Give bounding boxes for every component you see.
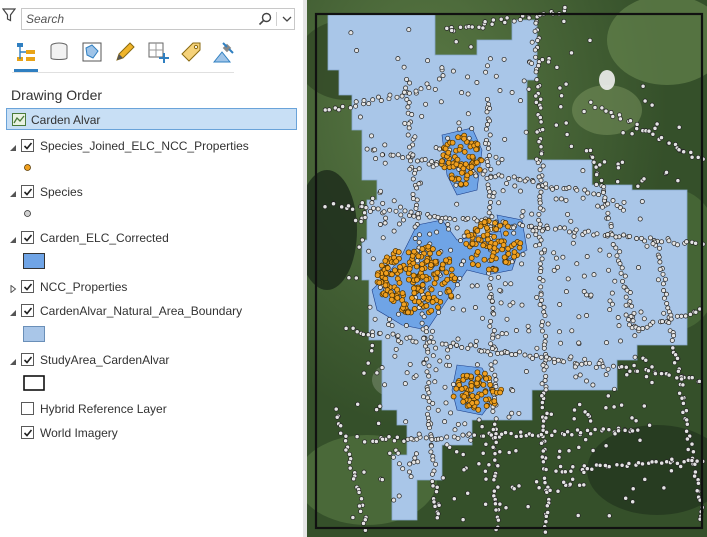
layer-visibility-checkbox[interactable] — [21, 353, 34, 366]
map-canvas[interactable] — [307, 0, 707, 537]
list-by-perspective-imagery-button[interactable] — [210, 38, 238, 66]
layer-visibility-checkbox[interactable] — [21, 139, 34, 152]
layer-visibility-checkbox[interactable] — [21, 280, 34, 293]
layer-row-species-joined[interactable]: Species_Joined_ELC_NCC_Properties — [0, 136, 300, 156]
lightblue-fill-symbol — [23, 326, 45, 342]
layer-visibility-checkbox[interactable] — [21, 185, 34, 198]
layer-label: Hybrid Reference Layer — [40, 402, 167, 416]
chevron-down-icon[interactable] — [281, 13, 293, 28]
drawing-order-icon — [17, 43, 35, 61]
layer-row-world-imagery[interactable]: World Imagery — [0, 423, 300, 443]
map-view[interactable] — [307, 0, 707, 537]
satellite-icon — [212, 42, 234, 63]
list-by-selection-button[interactable] — [78, 38, 106, 66]
list-by-labeling-button[interactable] — [177, 38, 205, 66]
list-by-snapping-button[interactable] — [144, 38, 172, 66]
map-icon — [12, 113, 26, 129]
contents-pane: Drawing Order Carden Alvar Species_Joine… — [0, 0, 303, 537]
layer-row-carden-elc-corrected[interactable]: Carden_ELC_Corrected — [0, 228, 300, 248]
collapse-arrow-icon[interactable] — [9, 187, 17, 201]
layer-visibility-checkbox[interactable] — [21, 231, 34, 244]
layer-row-species[interactable]: Species — [0, 182, 300, 202]
layer-row-hybrid-reference[interactable]: Hybrid Reference Layer — [0, 399, 300, 419]
filter-icon[interactable] — [1, 8, 17, 25]
search-icon[interactable] — [258, 12, 272, 29]
search-divider — [276, 12, 277, 26]
layer-label: Species — [40, 185, 83, 199]
database-icon — [50, 42, 68, 60]
pencil-icon — [116, 42, 135, 61]
list-by-drawing-order-button[interactable] — [12, 38, 40, 72]
map-name: Carden Alvar — [31, 113, 101, 127]
layer-visibility-checkbox[interactable] — [21, 402, 34, 415]
search-box[interactable] — [21, 8, 295, 30]
layer-label: World Imagery — [40, 426, 118, 440]
drawing-order-heading: Drawing Order — [11, 87, 103, 103]
collapse-arrow-icon[interactable] — [9, 141, 17, 155]
selection-icon — [82, 42, 102, 62]
list-by-editing-button[interactable] — [111, 38, 139, 66]
snapping-icon — [148, 42, 169, 63]
layer-row-natural-area-boundary[interactable]: CardenAlvar_Natural_Area_Boundary — [0, 301, 300, 321]
collapse-arrow-icon[interactable] — [9, 355, 17, 369]
list-by-data-source-button[interactable] — [45, 38, 73, 66]
layer-visibility-checkbox[interactable] — [21, 426, 34, 439]
grey-point-symbol — [24, 210, 31, 217]
collapse-arrow-icon[interactable] — [9, 233, 17, 247]
toolbar-divider — [12, 72, 234, 73]
layer-label: NCC_Properties — [40, 280, 128, 294]
layer-label: StudyArea_CardenAlvar — [40, 353, 170, 367]
layer-label: Species_Joined_ELC_NCC_Properties — [40, 139, 249, 153]
label-tag-icon — [181, 42, 201, 62]
search-input[interactable] — [26, 11, 246, 27]
orange-point-symbol — [24, 164, 31, 171]
layer-row-study-area[interactable]: StudyArea_CardenAlvar — [0, 350, 300, 370]
layer-row-ncc-properties[interactable]: NCC_Properties — [0, 277, 300, 297]
black-outline-symbol — [23, 375, 45, 391]
layer-label: CardenAlvar_Natural_Area_Boundary — [40, 304, 243, 318]
expand-arrow-icon[interactable] — [9, 282, 17, 296]
collapse-arrow-icon[interactable] — [9, 306, 17, 320]
layer-visibility-checkbox[interactable] — [21, 304, 34, 317]
map-item-carden-alvar[interactable]: Carden Alvar — [6, 108, 297, 130]
blue-fill-symbol — [23, 253, 45, 269]
layer-label: Carden_ELC_Corrected — [40, 231, 169, 245]
